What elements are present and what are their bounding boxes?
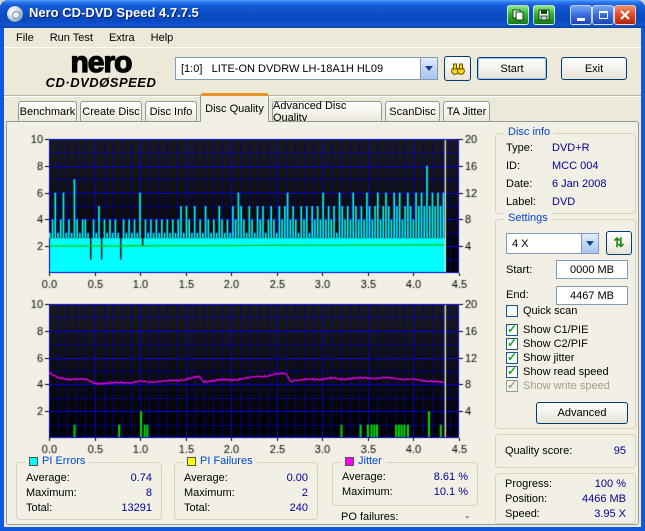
- refresh-button[interactable]: ⇅: [606, 231, 632, 255]
- minimize-button[interactable]: [570, 5, 592, 25]
- drive-name: LITE-ON DVDRW LH-18A1H HL09: [211, 62, 384, 75]
- pi-failures-total: 240: [289, 502, 308, 514]
- disc-info-panel: Disc info Type: DVD+R ID: MCC 004 Date: 6 J…: [495, 126, 636, 214]
- disc-type: DVD+R: [552, 142, 590, 154]
- end-field[interactable]: 4467 MB: [556, 286, 628, 305]
- scan-speed-value: 4 X: [512, 237, 529, 250]
- show-c2-pif-checkbox[interactable]: Show C2/PIF: [506, 336, 588, 350]
- drive-tools-button[interactable]: [444, 56, 471, 81]
- pi-errors-maximum: 8: [145, 487, 152, 499]
- quick-scan-checkbox[interactable]: Quick scan: [506, 304, 577, 317]
- checkbox-icon: [506, 378, 518, 392]
- settings-title: Settings: [508, 212, 548, 224]
- pi-failures-title: PI Failures: [200, 455, 253, 467]
- show-write-speed-checkbox: Show write speed: [506, 378, 610, 392]
- pi-errors-title: PI Errors: [42, 455, 86, 467]
- menu-run-test[interactable]: Run Test: [42, 30, 101, 46]
- show-read-speed-checkbox[interactable]: Show read speed: [506, 364, 609, 378]
- checkbox-icon: [506, 322, 518, 336]
- jitter-panel: Jitter Average: 8.61 % Maximum: 10.1 %: [332, 455, 478, 506]
- client-area: File Run Test Extra Help nero CD·DVDØSPE…: [4, 28, 641, 527]
- disc-id: MCC 004: [552, 160, 599, 172]
- checkbox-icon: [506, 350, 518, 364]
- app-window: Nero CD-DVD Speed 4.7.7.5 File Run Test …: [0, 0, 645, 531]
- jitter-average: 8.61 %: [433, 471, 468, 483]
- pi-errors-chart: [11, 133, 489, 293]
- nero-logo: nero CD·DVDØSPEED: [26, 46, 176, 90]
- tab-disc-quality[interactable]: Disc Quality: [200, 93, 269, 122]
- drive-select[interactable]: [1:0] LITE-ON DVDRW LH-18A1H HL09: [175, 57, 438, 80]
- close-button[interactable]: [614, 5, 636, 25]
- menu-help[interactable]: Help: [143, 30, 182, 46]
- pi-failures-maximum: 2: [301, 487, 308, 499]
- maximize-icon: [598, 11, 608, 19]
- scan-speed-dropdown-button[interactable]: [581, 234, 598, 253]
- chevron-down-icon: [425, 66, 433, 71]
- pi-errors-panel: PI Errors Average: 0.74 Maximum: 8 Total: 1…: [16, 455, 162, 520]
- disc-date: 6 Jan 2008: [552, 178, 607, 190]
- pi-failures-average: 0.00: [286, 472, 308, 484]
- start-button[interactable]: Start: [477, 57, 547, 80]
- po-failures-value: -: [465, 511, 469, 523]
- jitter-title: Jitter: [358, 455, 382, 467]
- pi-errors-total: 13291: [121, 502, 152, 514]
- show-jitter-checkbox[interactable]: Show jitter: [506, 350, 574, 364]
- tab-create-disc[interactable]: Create Disc: [80, 101, 142, 122]
- save-icon: [538, 9, 550, 21]
- menu-bar: File Run Test Extra Help: [4, 28, 641, 48]
- close-icon: [620, 10, 630, 20]
- binoculars-icon: [450, 63, 465, 75]
- progress-value: 100 %: [594, 478, 626, 490]
- exit-button[interactable]: Exit: [561, 57, 627, 80]
- speed-value: 3.95 X: [594, 508, 626, 520]
- nero-logo-subtitle: CD·DVDØSPEED: [45, 75, 157, 90]
- copy-icon: [512, 9, 524, 21]
- pi-failures-panel: PI Failures Average: 0.00 Maximum: 2 Total…: [174, 455, 318, 520]
- position-value: 4466 MB: [581, 493, 626, 505]
- checkbox-icon: [506, 304, 518, 317]
- scan-speed-select[interactable]: 4 X: [506, 233, 599, 254]
- minimize-icon: [577, 18, 585, 21]
- copy-to-clipboard-button[interactable]: [507, 5, 529, 25]
- tab-scandisc[interactable]: ScanDisc: [385, 101, 440, 122]
- settings-panel: Settings 4 X ⇅ Start: 0000 MB End: 4467 …: [495, 212, 636, 429]
- header-separator: [4, 95, 641, 97]
- quality-score-label: Quality score:: [505, 445, 573, 457]
- app-icon: [7, 6, 23, 22]
- jitter-maximum: 10.1 %: [433, 486, 468, 498]
- tab-ta-jitter[interactable]: TA Jitter: [443, 101, 490, 122]
- titlebar: Nero CD-DVD Speed 4.7.7.5: [0, 0, 645, 28]
- tab-disc-info[interactable]: Disc Info: [145, 101, 197, 122]
- jitter-legend-swatch: [345, 456, 354, 466]
- advanced-button[interactable]: Advanced: [536, 402, 628, 424]
- checkbox-icon: [506, 336, 518, 350]
- drive-bus: [1:0]: [181, 62, 203, 75]
- drive-select-dropdown-button[interactable]: [420, 58, 437, 79]
- menu-extra[interactable]: Extra: [101, 30, 143, 46]
- chevron-down-icon: [586, 241, 594, 246]
- pi-failures-legend-swatch: [187, 456, 196, 466]
- maximize-button[interactable]: [592, 5, 614, 25]
- quality-score-panel: Quality score: 95: [495, 434, 636, 468]
- pi-errors-average: 0.74: [130, 472, 152, 484]
- checkbox-icon: [506, 364, 518, 378]
- quality-score-value: 95: [613, 445, 626, 457]
- disc-label: DVD: [552, 196, 576, 208]
- po-failures-row: PO failures: -: [341, 511, 469, 523]
- start-field[interactable]: 0000 MB: [556, 260, 628, 279]
- tab-benchmark[interactable]: Benchmark: [18, 101, 77, 122]
- window-title: Nero CD-DVD Speed 4.7.7.5: [29, 5, 199, 20]
- pi-errors-legend-swatch: [29, 456, 38, 466]
- refresh-icon: ⇅: [613, 235, 625, 250]
- nero-logo-wordmark: nero: [70, 46, 133, 79]
- disc-quality-page: PI Errors Average: 0.74 Maximum: 8 Total: 1…: [6, 121, 639, 525]
- pi-failures-jitter-chart: [11, 298, 489, 458]
- tab-advanced-disc-quality[interactable]: Advanced Disc Quality: [272, 100, 382, 124]
- show-c1-pie-checkbox[interactable]: Show C1/PIE: [506, 322, 588, 336]
- save-button[interactable]: [533, 5, 555, 25]
- menu-file[interactable]: File: [8, 30, 42, 46]
- disc-info-title: Disc info: [508, 126, 551, 138]
- progress-panel: Progress: 100 % Position: 4466 MB Speed: 3.…: [495, 473, 636, 524]
